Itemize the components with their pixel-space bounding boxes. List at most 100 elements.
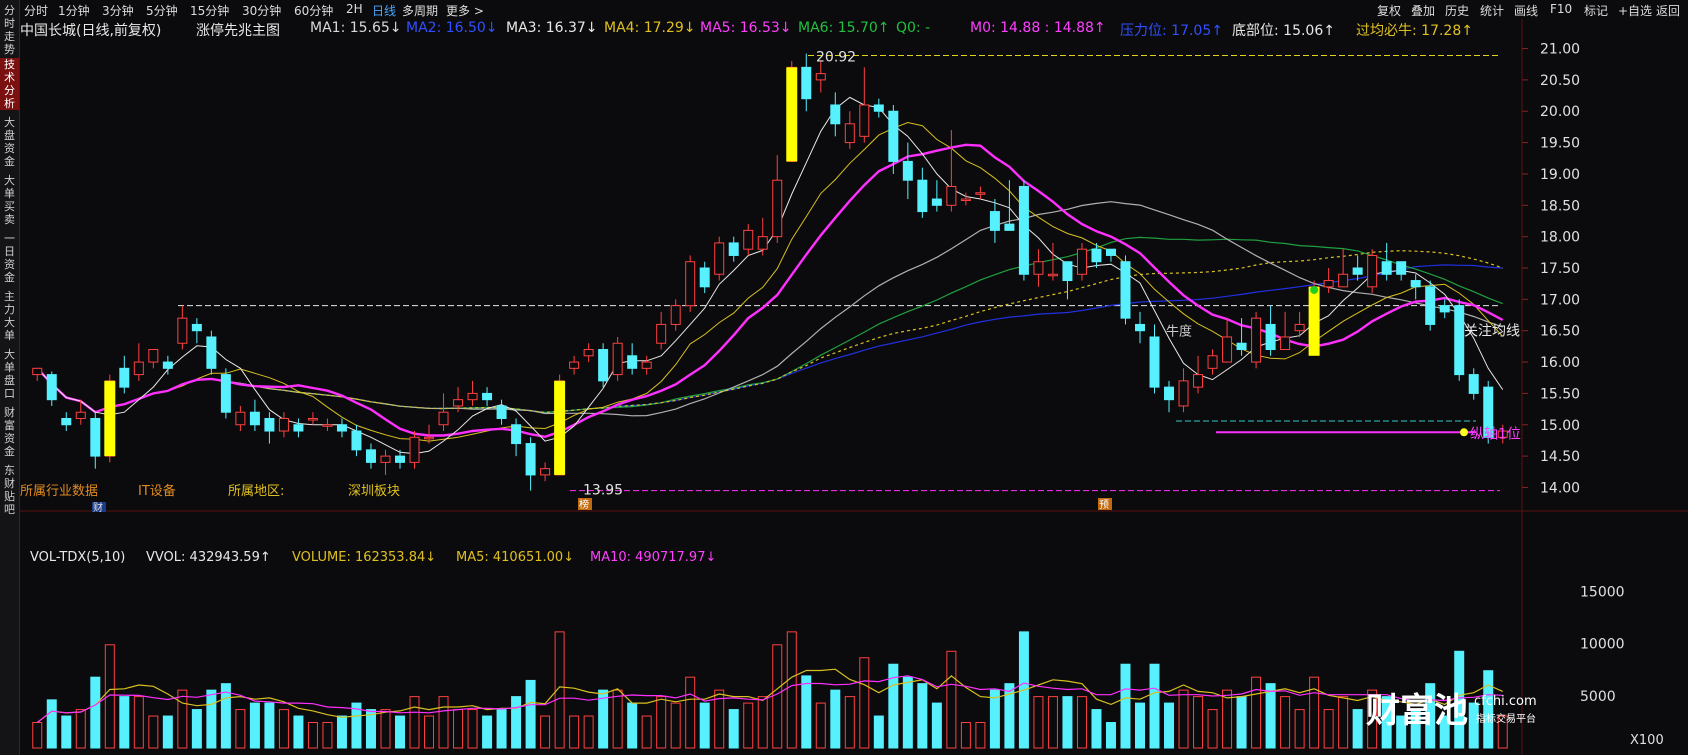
candle-up — [670, 305, 681, 325]
region-label: 所属地区: — [228, 484, 284, 499]
candle-down — [525, 443, 536, 476]
candle-up — [656, 323, 667, 344]
volume-bar-up — [104, 644, 115, 749]
candle-down — [902, 160, 913, 181]
volume-bar-down — [264, 702, 275, 749]
price-tick: 21.00 — [1540, 42, 1580, 58]
candle-up — [583, 349, 594, 357]
candle-up — [409, 436, 420, 463]
price-tick: 19.00 — [1540, 167, 1580, 183]
watermark-site: cfchi.com — [1474, 694, 1537, 709]
candle-up — [1294, 323, 1305, 332]
volume-bar-down — [801, 675, 812, 749]
candle-up — [148, 349, 159, 363]
candle-up — [859, 104, 870, 137]
candle-up — [960, 198, 971, 202]
kline-chart[interactable]: 21.00 20.50 20.00 19.50 19.00 18.50 18.00 17.50… — [0, 0, 1688, 755]
volume-bar-down — [1265, 683, 1276, 749]
price-tick: 15.50 — [1540, 386, 1580, 402]
candle-down — [1004, 223, 1015, 231]
volume-bar-down — [1236, 696, 1247, 749]
signal-bar — [786, 67, 798, 162]
price-tick: 20.00 — [1540, 104, 1580, 120]
candle-up — [975, 192, 986, 195]
volume-bar-down — [699, 702, 710, 749]
volume-bar-up — [1178, 689, 1189, 749]
volume-bar-down — [1164, 702, 1175, 749]
signal-bar — [1308, 286, 1320, 356]
volume-bar-up — [1193, 696, 1204, 749]
volume-bar-up — [177, 689, 188, 749]
volume-bar-down — [1091, 709, 1102, 749]
volume-bar-down — [931, 702, 942, 749]
candle-up — [1222, 336, 1233, 363]
candle-up — [946, 185, 957, 206]
candle-down — [1018, 185, 1029, 275]
volume-bar-up — [1323, 709, 1334, 749]
candle-up — [235, 411, 246, 426]
candle-down — [931, 198, 942, 206]
candle-down — [264, 417, 275, 432]
candle-down — [888, 110, 899, 162]
price-tick: 15.00 — [1540, 418, 1580, 434]
volume-bar-up — [569, 715, 580, 749]
volume-bar-down — [830, 689, 841, 749]
candle-down — [1236, 342, 1247, 351]
candle-down — [220, 374, 231, 413]
volume-bar-down — [1120, 663, 1131, 749]
volume-bar-up — [148, 715, 159, 749]
volume-bar-down — [119, 696, 130, 749]
candle-down — [1135, 323, 1145, 332]
volume-bar-down — [46, 699, 57, 749]
candle-up — [1076, 248, 1087, 275]
volume-tick: 15000 — [1580, 584, 1625, 600]
volume-bar-up — [1033, 696, 1044, 749]
signal-bar — [554, 380, 566, 475]
marker-bang: 榜 — [579, 498, 589, 511]
candle-down — [249, 411, 260, 426]
price-tick: 16.00 — [1540, 355, 1580, 371]
volume-bar-up — [743, 702, 754, 749]
signal-bar — [104, 380, 116, 457]
candle-up — [1338, 273, 1349, 288]
price-tick: 14.00 — [1540, 480, 1580, 496]
watermark-brand: 财富池 — [1366, 691, 1468, 731]
volume-bar-down — [525, 679, 536, 749]
price-tick: 19.50 — [1540, 136, 1580, 152]
volume-bar-up — [786, 631, 797, 749]
candle-down — [1091, 248, 1102, 263]
candle-up — [641, 361, 652, 369]
volume-bar-up — [1294, 709, 1305, 749]
price-tick: 17.50 — [1540, 261, 1580, 277]
candle-down — [1454, 305, 1465, 376]
volume-bar-up — [1047, 696, 1058, 749]
volume-bar-down — [1483, 670, 1494, 749]
vol-vvol: VVOL: 432943.59↑ — [146, 550, 271, 565]
candle-down — [1352, 267, 1363, 275]
volume-bar-up — [772, 644, 783, 749]
volume-bar-down — [206, 689, 217, 749]
marker-yu: 预 — [1099, 499, 1109, 511]
candle-up — [453, 399, 464, 407]
candle-up — [1033, 261, 1044, 275]
candle-down — [728, 242, 739, 256]
price-tick: 18.50 — [1540, 198, 1580, 214]
candle-down — [61, 417, 72, 426]
candle-up — [1251, 317, 1262, 363]
volume-bar-down — [1105, 722, 1116, 749]
candle-up — [32, 367, 43, 376]
candle-down — [206, 336, 217, 369]
vol-indicator-name[interactable]: VOL-TDX(5,10) — [30, 550, 125, 565]
volume-bar-up — [1338, 696, 1349, 749]
volume-bar-down — [395, 715, 405, 749]
volume-bar-up — [844, 696, 855, 749]
candle-up — [1207, 355, 1218, 369]
price-tick: 14.50 — [1540, 449, 1580, 465]
volume-bar-down — [293, 715, 304, 749]
volume-bar-up — [235, 709, 246, 749]
candle-up — [1367, 254, 1378, 288]
volume-bar-up — [467, 709, 478, 749]
candle-down — [1396, 261, 1407, 275]
guanzhu-label: 关注均线 — [1464, 324, 1520, 340]
volume-bar-down — [1149, 663, 1160, 749]
